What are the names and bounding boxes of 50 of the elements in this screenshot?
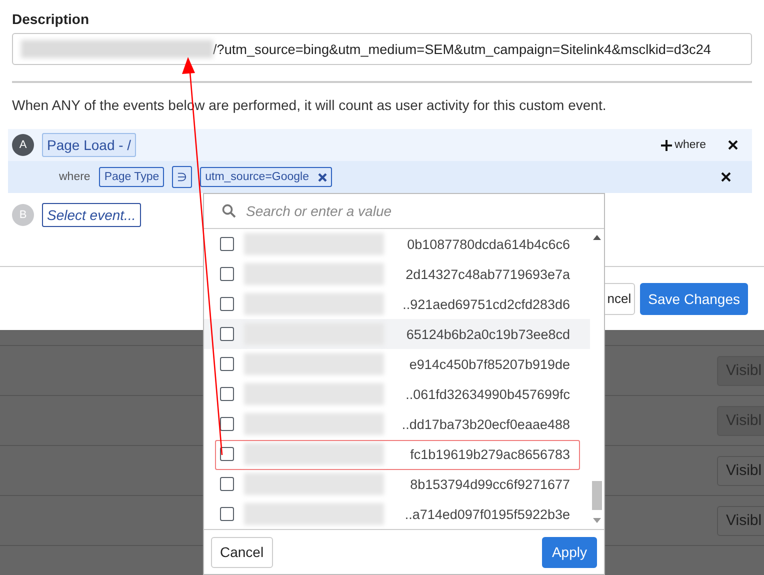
- event-chip[interactable]: Page Load - /: [42, 133, 136, 157]
- checkbox[interactable]: [220, 417, 234, 431]
- event-letter-badge: A: [12, 134, 34, 156]
- value-chip[interactable]: utm_source=Google: [200, 167, 332, 187]
- option-row[interactable]: fc1b19619b279ac8656783: [204, 439, 590, 469]
- description-field[interactable]: /?utm_source=bing&utm_medium=SEM&utm_campaign=Sitelink4&msclkid=d3c24: [12, 33, 752, 65]
- scroll-up-icon[interactable]: [593, 235, 601, 240]
- checkbox[interactable]: [220, 447, 234, 461]
- where-label: where: [59, 171, 90, 183]
- checkbox[interactable]: [220, 327, 234, 341]
- option-row[interactable]: e914c450b7f85207b919de: [204, 349, 590, 379]
- option-value: e914c450b7f85207b919de: [408, 356, 571, 372]
- option-row[interactable]: 8b153794d99cc6f9271677: [204, 469, 590, 499]
- option-row[interactable]: ..a714ed097f0195f5922b3e: [204, 499, 590, 529]
- remove-icon[interactable]: [318, 172, 327, 182]
- add-where-button[interactable]: where: [660, 139, 706, 151]
- option-value: ..dd17ba73b20ecf0eaae488: [400, 416, 571, 432]
- save-button[interactable]: Save Changes: [640, 282, 748, 314]
- scroll-down-icon[interactable]: [593, 518, 601, 523]
- option-row[interactable]: 0b1087780dcda614b4c6c6: [204, 229, 590, 259]
- field-label: Description: [12, 10, 90, 28]
- property-chip[interactable]: Page Type: [99, 167, 164, 187]
- close-icon[interactable]: [728, 140, 738, 150]
- checkbox[interactable]: [220, 507, 234, 521]
- option-value: 0b1087780dcda614b4c6c6: [406, 236, 571, 252]
- option-row[interactable]: ..dd17ba73b20ecf0eaae488: [204, 409, 590, 439]
- option-value: ..061fd32634990b457699fc: [404, 386, 571, 402]
- close-icon[interactable]: [721, 172, 731, 182]
- checkbox[interactable]: [220, 297, 234, 311]
- option-value: 8b153794d99cc6f9271677: [409, 476, 571, 492]
- option-row[interactable]: ..061fd32634990b457699fc: [204, 379, 590, 409]
- checkbox[interactable]: [220, 267, 234, 281]
- option-value: ..921aed69751cd2cfd283d6: [402, 296, 571, 312]
- operator-chip[interactable]: ∋: [172, 166, 192, 188]
- option-value: ..a714ed097f0195f5922b3e: [404, 506, 571, 522]
- cancel-button[interactable]: Cancel: [211, 536, 273, 568]
- event-select[interactable]: Select event...: [42, 203, 141, 227]
- scrollbar-thumb[interactable]: [592, 481, 602, 510]
- plus-icon: [660, 140, 672, 150]
- option-row[interactable]: 65124b6b2a0c19b73ee8cd: [204, 319, 590, 349]
- apply-button[interactable]: Apply: [542, 536, 597, 568]
- search-icon: [222, 204, 236, 218]
- option-value: 2d14327c48ab7719693e7a: [404, 266, 571, 282]
- option-value: fc1b19619b279ac8656783: [409, 446, 571, 462]
- option-value: 65124b6b2a0c19b73ee8cd: [405, 326, 571, 342]
- search-field[interactable]: Search or enter a value: [246, 203, 604, 219]
- checkbox[interactable]: [220, 237, 234, 251]
- checkbox[interactable]: [220, 477, 234, 491]
- checkbox[interactable]: [220, 357, 234, 371]
- checkbox[interactable]: [220, 387, 234, 401]
